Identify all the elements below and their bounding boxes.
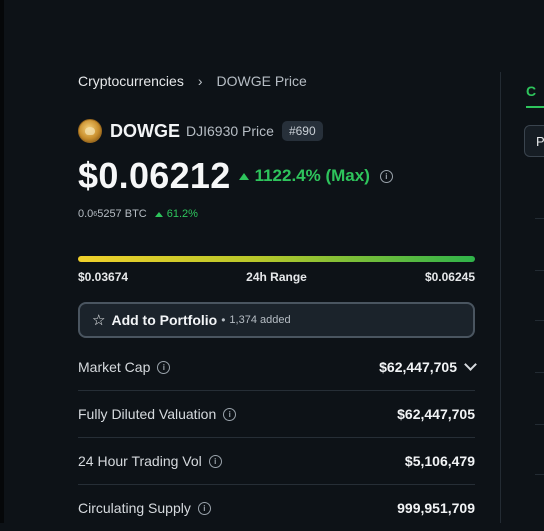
range-bar-fill	[78, 256, 475, 262]
right-panel-divider	[535, 372, 544, 373]
right-panel-tab[interactable]: C	[526, 83, 544, 99]
coin-pair-label: DJI6930 Price	[186, 123, 274, 139]
portfolio-count: 1,374 added	[229, 314, 291, 326]
right-panel-divider	[535, 218, 544, 219]
stat-value-text: $62,447,705	[379, 359, 457, 375]
stat-row-fdv: Fully Diluted Valuation i $62,447,705	[78, 391, 475, 438]
stat-label-text: Market Cap	[78, 359, 151, 375]
price-change: 1122.4% (Max)	[238, 166, 370, 186]
stat-label-text: Circulating Supply	[78, 500, 191, 516]
range-high: $0.06245	[424, 270, 475, 284]
info-icon[interactable]: i	[157, 360, 171, 374]
right-panel-divider	[535, 424, 544, 425]
btc-price-rest: 5257 BTC	[97, 208, 147, 220]
coin-logo-icon	[78, 119, 102, 143]
current-price: $0.06212	[78, 155, 231, 196]
price-change-value: 1122.4% (Max)	[254, 166, 370, 185]
add-to-portfolio-button[interactable]: ☆ Add to Portfolio • 1,374 added	[78, 302, 475, 338]
caret-up-icon	[238, 172, 249, 180]
stat-row-market-cap[interactable]: Market Cap i $62,447,705	[78, 344, 477, 391]
rank-badge: #690	[281, 121, 323, 141]
right-panel-divider	[535, 320, 544, 321]
btc-change-value: 61.2%	[166, 208, 198, 220]
price-row: $0.06212 1122.4% (Max) i	[78, 154, 393, 198]
window-edge	[0, 0, 4, 523]
btc-price-prefix: 0.0	[78, 208, 94, 220]
info-icon[interactable]: i	[208, 454, 222, 468]
portfolio-separator: •	[221, 313, 226, 327]
stat-label: Market Cap i	[78, 359, 171, 375]
star-icon: ☆	[92, 311, 106, 329]
coin-header: DOWGE DJI6930 Price #690	[78, 118, 323, 144]
stat-value: $62,447,705	[379, 358, 477, 375]
stat-row-trading-vol: 24 Hour Trading Vol i $5,106,479	[78, 438, 475, 485]
chevron-right-icon: ›	[197, 73, 203, 89]
coin-name: DOWGE	[110, 120, 180, 141]
right-panel-divider	[535, 270, 544, 271]
right-panel-dropdown[interactable]: P	[524, 125, 544, 157]
btc-change: 61.2%	[154, 208, 198, 220]
breadcrumb-cryptocurrencies-link[interactable]: Cryptocurrencies	[78, 73, 184, 89]
portfolio-label: Add to Portfolio	[111, 312, 218, 328]
caret-up-icon	[154, 211, 163, 217]
stat-label: 24 Hour Trading Vol i	[78, 453, 222, 469]
breadcrumb-current: DOWGE Price	[216, 73, 307, 89]
info-icon[interactable]: i	[379, 169, 393, 183]
stat-label-text: Fully Diluted Valuation	[78, 406, 217, 422]
range-label: 24h Range	[246, 270, 307, 284]
right-panel-divider	[535, 474, 544, 475]
info-icon[interactable]: i	[197, 501, 211, 515]
stat-label: Circulating Supply i	[78, 500, 211, 516]
stat-value: 999,951,709	[397, 500, 475, 516]
stats-table: Market Cap i $62,447,705 Fully Diluted V…	[78, 344, 477, 531]
stat-label-text: 24 Hour Trading Vol	[78, 453, 202, 469]
stat-label: Fully Diluted Valuation i	[78, 406, 237, 422]
stat-row-circulating-supply: Circulating Supply i 999,951,709	[78, 485, 475, 531]
info-icon[interactable]: i	[223, 407, 237, 421]
range-bar	[78, 256, 475, 262]
column-divider	[500, 72, 501, 523]
stat-value: $62,447,705	[397, 406, 475, 422]
btc-price-row: 0.0 6 5257 BTC 61.2%	[78, 208, 198, 220]
breadcrumb: Cryptocurrencies › DOWGE Price	[78, 73, 307, 89]
chevron-down-icon[interactable]	[464, 358, 477, 371]
right-panel-tab-underline	[526, 106, 544, 108]
stat-value: $5,106,479	[404, 453, 475, 469]
